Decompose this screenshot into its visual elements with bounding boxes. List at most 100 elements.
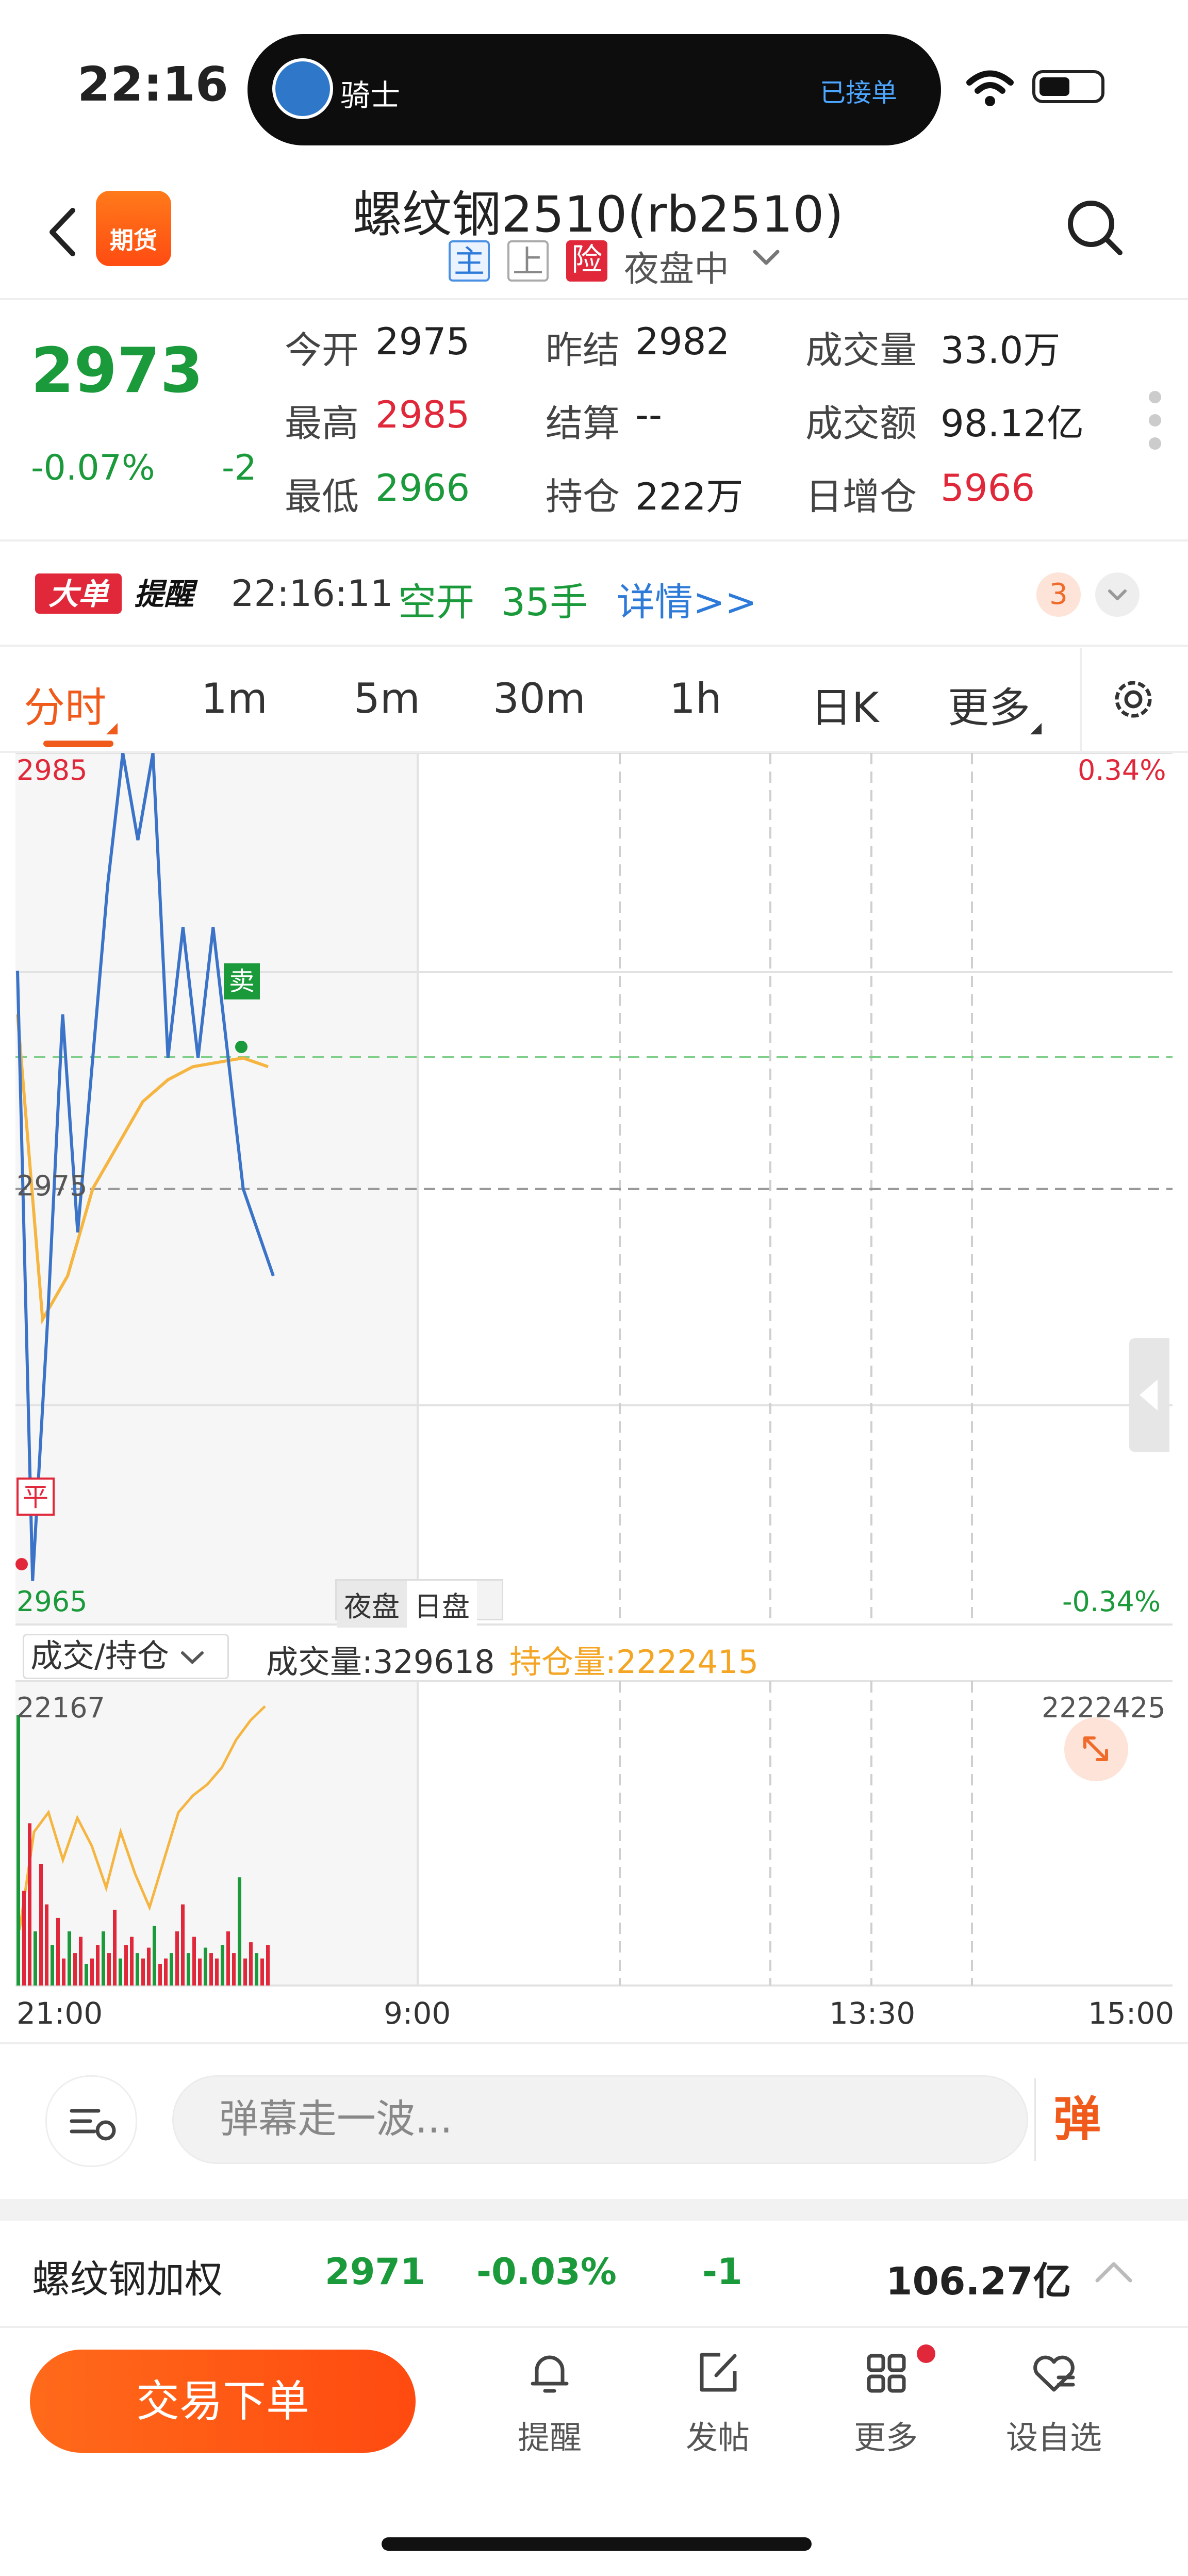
volume-bar bbox=[73, 1953, 77, 1986]
quote-label-open-interest: 持仓 bbox=[546, 475, 620, 518]
tab-daily-k[interactable]: 日K bbox=[811, 675, 879, 734]
time-label-start: 21:00 bbox=[16, 1996, 103, 2031]
chevron-up-icon[interactable] bbox=[1093, 2258, 1134, 2287]
volume-bar bbox=[266, 1945, 270, 1986]
notification-dot bbox=[917, 2344, 935, 2363]
quote-value-low: 2966 bbox=[375, 466, 470, 510]
alert-expand-button[interactable] bbox=[1095, 572, 1140, 617]
wifi-icon bbox=[966, 70, 1014, 106]
day-session-option[interactable]: 日盘 bbox=[407, 1581, 477, 1628]
settings-gear-icon[interactable] bbox=[1108, 674, 1159, 725]
divider bbox=[0, 2326, 1188, 2328]
quote-value-turnover: 98.12亿 bbox=[940, 402, 1084, 445]
divider bbox=[0, 539, 1188, 542]
volume-bar bbox=[34, 1931, 37, 1986]
danmaku-settings-icon bbox=[70, 2109, 116, 2141]
danmaku-send-button[interactable]: 弹 bbox=[1034, 2078, 1118, 2161]
volume-bar bbox=[45, 1904, 48, 1986]
volume-bar bbox=[158, 1964, 162, 1986]
volume-bar bbox=[170, 1953, 173, 1986]
divider bbox=[0, 2042, 1188, 2044]
volume-readout: 成交量:329618 bbox=[266, 1643, 495, 1681]
pct-axis-top-label: 0.34% bbox=[1078, 754, 1166, 786]
volume-bar bbox=[22, 1891, 26, 1986]
more-vertical-icon[interactable] bbox=[1145, 389, 1165, 451]
sell-marker-label: 卖 bbox=[229, 966, 255, 996]
danmaku-toggle[interactable] bbox=[45, 2075, 137, 2167]
session-toggle[interactable]: 夜盘 日盘 bbox=[335, 1579, 503, 1628]
nav-post[interactable]: 发帖 bbox=[656, 2344, 780, 2458]
volume-bar bbox=[124, 1945, 128, 1986]
session-status[interactable]: 夜盘中 bbox=[624, 240, 729, 291]
tab-1h[interactable]: 1h bbox=[669, 675, 722, 723]
divider bbox=[1080, 648, 1082, 751]
volume-bar bbox=[192, 1937, 196, 1986]
sell-marker-dot bbox=[235, 1041, 248, 1053]
grid-dashed bbox=[619, 753, 973, 1986]
flat-marker-label: 平 bbox=[23, 1482, 48, 1512]
back-icon[interactable] bbox=[44, 206, 80, 258]
volume-bar bbox=[85, 1964, 88, 1986]
nav-alert[interactable]: 提醒 bbox=[488, 2344, 612, 2458]
tab-1m[interactable]: 1m bbox=[201, 675, 268, 723]
grid-icon bbox=[867, 2354, 906, 2393]
volume-bar bbox=[51, 1945, 54, 1986]
tag-main-contract: 主 bbox=[449, 240, 490, 282]
chevron-down-icon[interactable] bbox=[752, 248, 781, 268]
edit-icon bbox=[700, 2353, 737, 2392]
tab-5m[interactable]: 5m bbox=[354, 675, 420, 723]
tab-label: 分时 bbox=[24, 684, 106, 732]
status-time: 22:16 bbox=[77, 57, 228, 112]
volume-bar bbox=[181, 1904, 185, 1986]
active-tab-indicator bbox=[43, 741, 113, 747]
indicator-select[interactable]: 成交/持仓 bbox=[23, 1634, 229, 1679]
volume-bar bbox=[68, 1931, 71, 1986]
search-icon[interactable] bbox=[1064, 197, 1126, 259]
volume-bar bbox=[249, 1942, 253, 1986]
volume-bar bbox=[243, 1958, 247, 1986]
tab-more[interactable]: 更多 bbox=[948, 675, 1042, 734]
y-axis-mid-label: 2975 bbox=[16, 1170, 88, 1202]
quote-label-low: 最低 bbox=[285, 475, 359, 518]
volume-bar bbox=[260, 1958, 264, 1986]
alert-detail-link[interactable]: 详情>> bbox=[617, 571, 757, 627]
quote-value-high: 2985 bbox=[375, 393, 470, 436]
weighted-index-name[interactable]: 螺纹钢加权 bbox=[32, 2249, 223, 2304]
volume-bar bbox=[204, 1947, 207, 1986]
tab-label: 更多 bbox=[948, 684, 1030, 732]
nav-label: 提醒 bbox=[517, 2419, 582, 2456]
y-axis-bottom-label: 2965 bbox=[16, 1585, 88, 1618]
chevron-down-icon bbox=[1108, 589, 1127, 600]
change-percent: -0.07% bbox=[31, 448, 155, 488]
volume-bar bbox=[113, 1910, 117, 1986]
alert-count-badge: 3 bbox=[1036, 572, 1081, 617]
divider bbox=[0, 645, 1188, 647]
volume-bar bbox=[141, 1958, 145, 1986]
nav-add-watchlist[interactable]: 设自选 bbox=[992, 2344, 1116, 2458]
volume-bar bbox=[175, 1931, 179, 1986]
intraday-chart[interactable]: 卖 平 bbox=[15, 753, 1173, 1991]
volume-bar bbox=[164, 1958, 168, 1986]
night-session-option[interactable]: 夜盘 bbox=[337, 1581, 407, 1628]
weighted-index-price: 2971 bbox=[325, 2251, 425, 2293]
quote-value-prev-settle: 2982 bbox=[635, 320, 730, 363]
danmaku-input[interactable]: 弹幕走一波... bbox=[172, 2075, 1028, 2164]
volume-bar bbox=[226, 1931, 230, 1986]
side-panel-toggle[interactable] bbox=[1129, 1338, 1169, 1452]
quote-label-settle: 结算 bbox=[546, 402, 620, 445]
tab-intraday[interactable]: 分时 bbox=[24, 675, 118, 734]
svg-text:提醒: 提醒 bbox=[134, 577, 198, 612]
fullscreen-button[interactable] bbox=[1064, 1717, 1128, 1781]
volume-bar bbox=[96, 1945, 100, 1986]
tag-risk: 险 bbox=[566, 240, 607, 282]
section-separator bbox=[0, 2199, 1188, 2221]
home-indicator bbox=[382, 2537, 812, 2551]
dropdown-corner-icon bbox=[1030, 723, 1042, 734]
weighted-index-change-pct: -0.03% bbox=[476, 2251, 617, 2293]
trade-order-button[interactable]: 交易下单 bbox=[30, 2350, 416, 2453]
quote-label-prev-settle: 昨结 bbox=[546, 329, 620, 372]
dropdown-corner-icon bbox=[106, 723, 118, 734]
volume-bar bbox=[136, 1953, 139, 1986]
tab-30m[interactable]: 30m bbox=[493, 675, 586, 723]
volume-bar bbox=[187, 1953, 190, 1986]
